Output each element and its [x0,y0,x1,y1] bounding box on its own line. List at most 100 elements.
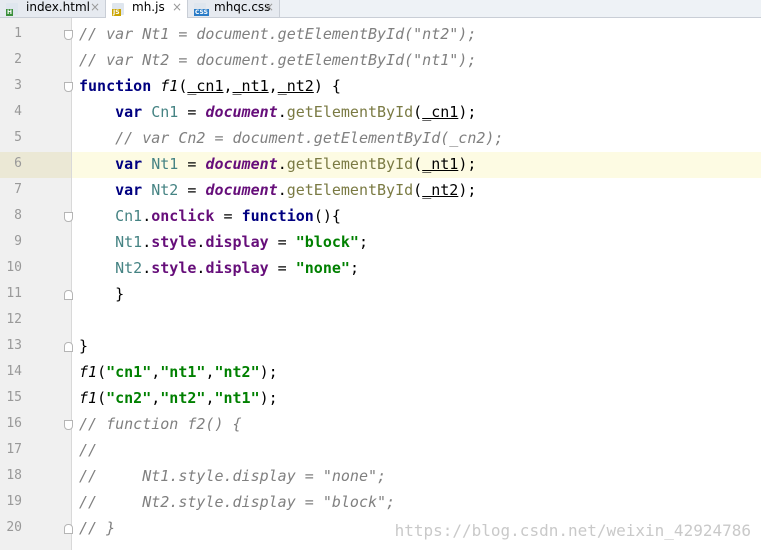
code-token: "nt2" [160,389,206,407]
code-token: Cn1 [115,207,143,225]
code-token: _nt1 [422,155,459,173]
code-text: function f1(_cn1,_nt1,_nt2) { [79,77,341,95]
code-token: document [205,155,278,173]
fold-start-icon[interactable] [64,212,73,222]
code-token: = [178,155,206,173]
code-line[interactable]: 13} [0,334,761,360]
code-token: ; [349,259,359,277]
code-line[interactable]: 4 var Cn1 = document.getElementById(_cn1… [0,100,761,126]
code-text: Nt2.style.display = "none"; [79,259,359,277]
line-number: 16 [6,416,22,431]
close-tab-icon[interactable]: × [172,0,182,15]
code-line[interactable]: 19 // Nt2.style.display = "block"; [0,490,761,516]
code-token: // Nt1.style.display = "none"; [79,467,387,485]
tab-label: mh.js [132,0,165,14]
code-token: , [268,77,278,95]
line-number: 7 [14,182,22,197]
code-text: // Nt2.style.display = "block"; [79,493,395,511]
fold-end-icon[interactable] [64,342,73,352]
line-number: 2 [14,52,22,67]
code-token: // Nt2.style.display = "block"; [79,493,396,511]
code-token: "cn1" [106,363,152,381]
code-text: } [79,337,88,355]
fold-end-icon[interactable] [64,290,73,300]
code-token: ; [358,233,368,251]
code-token: getElementById [286,155,414,173]
code-token: function [241,207,314,225]
line-number: 10 [6,260,22,275]
line-number: 14 [6,364,22,379]
code-token: // } [79,519,116,537]
code-text: var Cn1 = document.getElementById(_cn1); [79,103,476,121]
line-number: 11 [6,286,22,301]
code-line[interactable]: 15 f1("cn2","nt2","nt1"); [0,386,761,412]
close-tab-icon[interactable]: × [264,0,274,15]
line-background [72,308,761,334]
code-token: var [115,103,152,121]
line-number: 20 [6,520,22,535]
code-token: f1 [79,389,98,407]
code-line[interactable]: 5 // var Cn2 = document.getElementById(_… [0,126,761,152]
code-token: . [142,233,152,251]
code-line[interactable]: 8 Cn1.onclick = function(){ [0,204,761,230]
code-token: ) { [313,77,341,95]
tab-mh-js[interactable]: JS mh.js × [106,0,188,18]
code-line[interactable]: 7 var Nt2 = document.getElementById(_nt2… [0,178,761,204]
tab-index-html[interactable]: Hindex.html × [0,0,106,17]
code-line[interactable]: 18 // Nt1.style.display = "none"; [0,464,761,490]
code-token: Nt2 [151,181,179,199]
code-token: ); [458,155,477,173]
code-text: // var Cn2 = document.getElementById(_cn… [79,129,503,147]
code-text: // var Nt2 = document.getElementById("nt… [79,51,476,69]
code-token: document [205,103,278,121]
fold-start-icon[interactable] [64,420,73,430]
code-token: = [178,181,206,199]
line-background [72,282,761,308]
code-line[interactable]: 14 f1("cn1","nt1","nt2"); [0,360,761,386]
code-line[interactable]: 17 // [0,438,761,464]
code-token: "nt1" [214,389,260,407]
code-token: _cn1 [422,103,459,121]
code-token: style [151,233,197,251]
code-token: ); [458,181,477,199]
fold-start-icon[interactable] [64,30,73,40]
code-token: f1 [160,77,179,95]
fold-start-icon[interactable] [64,82,73,92]
code-line[interactable]: 6 var Nt1 = document.getElementById(_nt1… [0,152,761,178]
tab-mhqc-css[interactable]: CSS mhqc.css × [188,0,280,17]
code-line[interactable]: 3 function f1(_cn1,_nt1,_nt2) { [0,74,761,100]
code-token: _cn1 [187,77,224,95]
code-line[interactable]: 10 Nt2.style.display = "none"; [0,256,761,282]
code-token: "cn2" [106,389,152,407]
code-token: // var Nt1 = document.getElementById("nt… [79,25,477,43]
code-token: // function f2() { [79,415,242,433]
code-token: document [205,181,278,199]
file-type-badge: CSS [194,9,209,16]
code-editor[interactable]: 1// var Nt1 = document.getElementById("n… [0,18,761,550]
code-line[interactable]: 12 [0,308,761,334]
line-number: 8 [14,208,22,223]
code-token: . [142,259,152,277]
line-number: 9 [14,234,22,249]
code-text: // } [79,519,115,537]
code-token: Cn1 [151,103,179,121]
line-number: 3 [14,78,22,93]
code-line[interactable]: 1 // var Nt1 = document.getElementById("n… [0,22,761,48]
code-text: f1("cn2","nt2","nt1"); [79,389,278,407]
code-token: = [178,103,206,121]
code-token: ( [97,389,107,407]
code-line[interactable]: 9 Nt1.style.display = "block"; [0,230,761,256]
code-token: var [115,181,152,199]
file-type-badge: JS [112,9,121,16]
code-token: } [79,337,89,355]
file-type-badge: H [6,9,14,16]
code-line[interactable]: 2 // var Nt2 = document.getElementById("n… [0,48,761,74]
line-number: 6 [14,156,22,171]
fold-end-icon[interactable] [64,524,73,534]
code-line[interactable]: 11 } [0,282,761,308]
code-line[interactable]: 16 // function f2() { [0,412,761,438]
line-background [72,334,761,360]
close-tab-icon[interactable]: × [90,0,100,15]
